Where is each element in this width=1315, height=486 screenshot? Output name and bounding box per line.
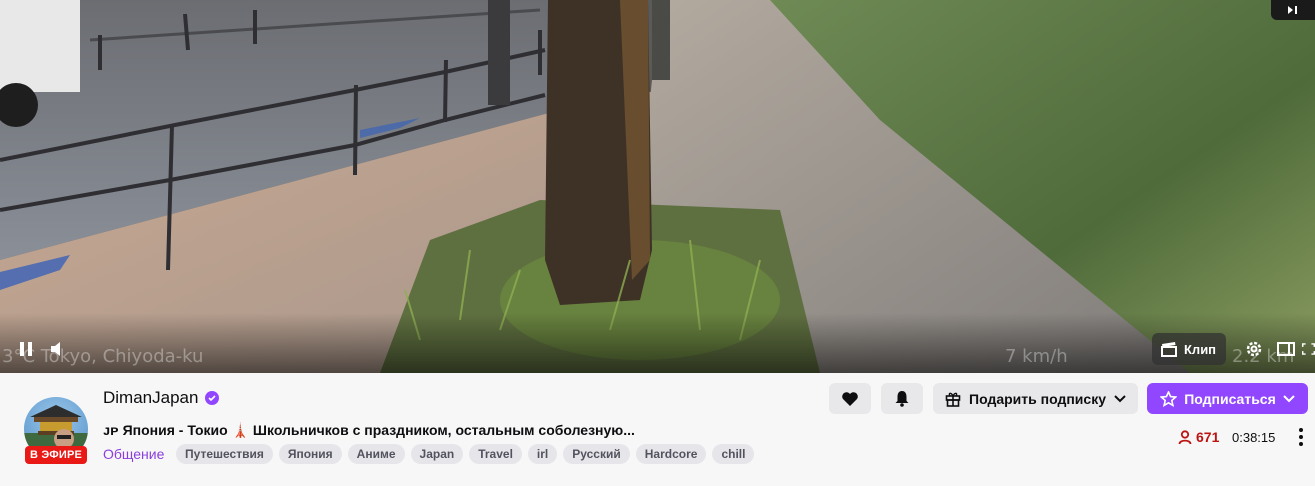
volume-button[interactable] — [46, 338, 70, 360]
pause-button[interactable] — [14, 338, 38, 360]
stream-title: ᴊᴘ Япония - Токио 🗼 Школьничков с праздн… — [103, 422, 635, 438]
tag[interactable]: Japan — [410, 444, 464, 464]
notifications-button[interactable] — [881, 383, 923, 414]
clip-button[interactable]: Клип — [1152, 333, 1227, 365]
subscribe-button[interactable]: Подписаться — [1147, 383, 1308, 414]
expand-icon — [1288, 6, 1297, 14]
bell-icon — [895, 391, 909, 407]
tag[interactable]: Hardcore — [635, 444, 707, 464]
overlay-speed: 7 km/h — [1005, 346, 1068, 367]
category-link[interactable]: Общение — [103, 446, 164, 462]
tag[interactable]: Аниме — [347, 444, 405, 464]
gift-label: Подарить подписку — [969, 390, 1106, 407]
chevron-down-icon — [1283, 394, 1295, 402]
channel-info-bar: В ЭФИРЕ DimanJapan ᴊᴘ Япония - Токио 🗼 Ш… — [0, 373, 1315, 486]
clapperboard-icon — [1161, 342, 1177, 357]
tag[interactable]: Русский — [563, 444, 630, 464]
channel-avatar[interactable]: В ЭФИРЕ — [24, 397, 90, 464]
clip-label: Клип — [1184, 341, 1217, 357]
live-badge: В ЭФИРЕ — [25, 446, 88, 464]
person-icon — [1178, 429, 1192, 444]
star-icon — [1160, 390, 1178, 407]
theatre-mode-button[interactable] — [1275, 338, 1297, 360]
volume-icon — [51, 342, 60, 356]
more-options-button[interactable] — [1292, 427, 1310, 447]
tag[interactable]: irl — [527, 444, 558, 464]
gear-icon — [1246, 341, 1262, 357]
theatre-mode-icon — [1277, 342, 1295, 356]
tag[interactable]: Путешествия — [176, 444, 273, 464]
top-right-button[interactable] — [1271, 0, 1315, 20]
fullscreen-button[interactable] — [1302, 338, 1315, 360]
more-vertical-icon — [1299, 428, 1303, 432]
stream-uptime: 0:38:15 — [1232, 430, 1276, 445]
tag[interactable]: Travel — [469, 444, 522, 464]
video-player[interactable]: 3°C Tokyo, Chiyoda-ku 7 km/h 2.2 km Клип — [0, 0, 1315, 373]
settings-button[interactable] — [1243, 338, 1265, 360]
heart-icon — [842, 391, 858, 406]
subscribe-label: Подписаться — [1184, 390, 1276, 407]
tag-list: Путешествия Япония Аниме Japan Travel ir… — [176, 444, 755, 464]
tag[interactable]: Япония — [278, 444, 342, 464]
fullscreen-icon — [1302, 343, 1315, 355]
chevron-down-icon — [1114, 394, 1126, 402]
gift-icon — [945, 392, 961, 407]
channel-name[interactable]: DimanJapan — [103, 388, 198, 408]
viewer-count-value: 671 — [1196, 429, 1220, 445]
follow-button[interactable] — [829, 383, 871, 414]
pause-icon — [20, 342, 24, 356]
tag[interactable]: chill — [712, 444, 755, 464]
viewer-count: 671 — [1178, 429, 1219, 445]
channel-name-row: DimanJapan — [103, 388, 220, 408]
verified-icon — [205, 391, 220, 405]
gift-subscription-button[interactable]: Подарить подписку — [933, 383, 1138, 414]
